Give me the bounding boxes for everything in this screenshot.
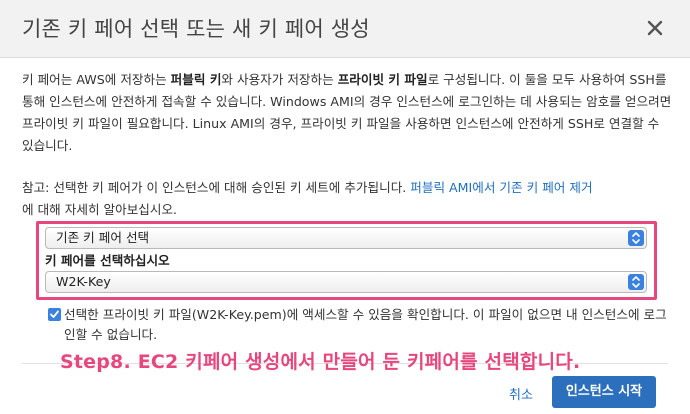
keypair-label: 키 페어를 선택하십시오	[45, 253, 170, 268]
acknowledge-text: 선택한 프라이빗 키 파일(W2K-Key.pem)에 액세스할 수 있음을 확…	[64, 307, 667, 342]
launch-instances-button[interactable]: 인스턴스 시작	[552, 376, 656, 408]
note-paragraph: 참고: 선택한 키 페어가 이 인스턴스에 대해 승인된 키 세트에 추가됩니다…	[22, 177, 672, 221]
note-text: 참고: 선택한 키 페어가 이 인스턴스에 대해 승인된 키 세트에 추가됩니다…	[22, 180, 411, 195]
dialog-title: 기존 키 페어 선택 또는 새 키 페어 생성	[22, 17, 370, 41]
keypair-value: W2K-Key	[56, 274, 111, 289]
close-icon[interactable]	[644, 14, 666, 40]
select-arrows-icon	[628, 274, 644, 290]
remove-keypair-link[interactable]: 퍼블릭 AMI에서 기존 키 페어 제거	[410, 180, 592, 195]
intro-text: 키 페어는 AWS에 저장하는	[22, 72, 171, 87]
keypair-mode-value: 기존 키 페어 선택	[56, 230, 150, 245]
private-key-file-term: 프라이빗 키 파일	[337, 72, 428, 87]
intro-text: 와 사용자가 저장하는	[221, 72, 338, 87]
intro-paragraph: 키 페어는 AWS에 저장하는 퍼블릭 키와 사용자가 저장하는 프라이빗 키 …	[22, 69, 672, 157]
keypair-mode-select[interactable]: 기존 키 페어 선택	[45, 227, 647, 249]
note-suffix: 에 대해 자세히 알아보십시오.	[22, 202, 178, 217]
acknowledge-checkbox[interactable]	[48, 308, 61, 321]
keypair-select[interactable]: W2K-Key	[45, 271, 647, 293]
cancel-button[interactable]: 취소	[509, 384, 533, 403]
step-annotation: Step8. EC2 키페어 생성에서 만들어 둔 키페어를 선택합니다.	[60, 351, 581, 373]
select-arrows-icon	[628, 230, 644, 246]
public-key-term: 퍼블릭 키	[170, 72, 222, 87]
dialog-header: 기존 키 페어 선택 또는 새 키 페어 생성	[0, 0, 690, 58]
